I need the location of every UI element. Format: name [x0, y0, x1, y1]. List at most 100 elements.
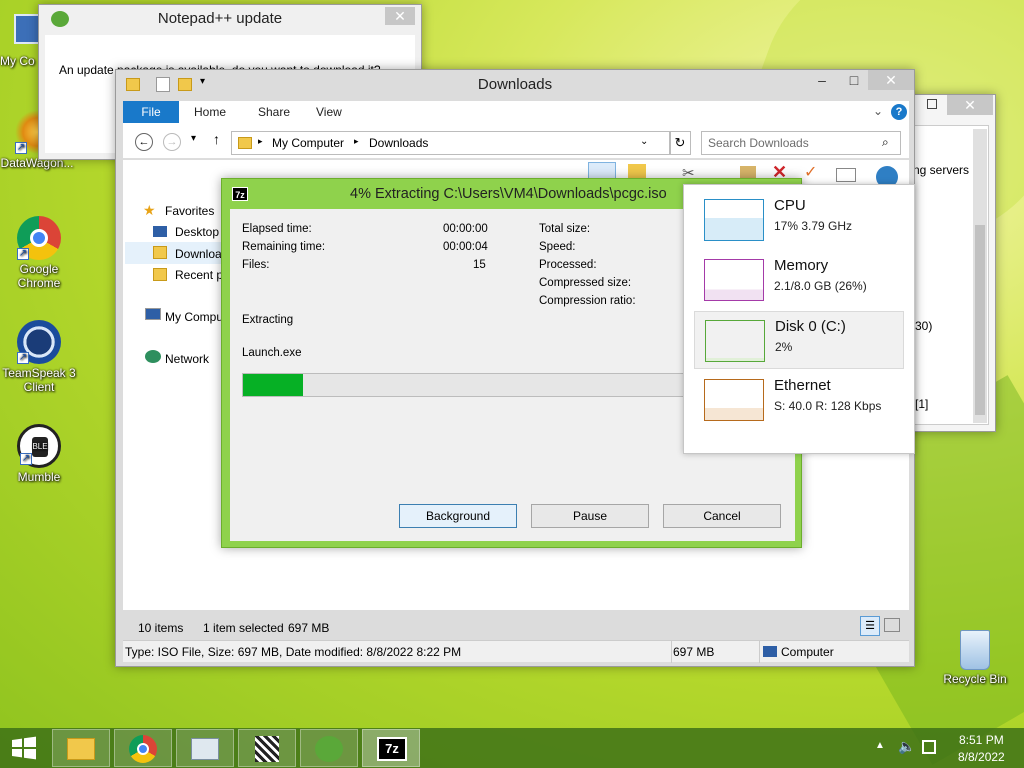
explorer-title: Downloads	[477, 76, 553, 93]
details-bar: Type: ISO File, Size: 697 MB, Date modif…	[123, 640, 909, 663]
perf-ethernet[interactable]: Ethernet S: 40.0 R: 128 Kbps	[694, 371, 904, 429]
tab-file[interactable]: File	[123, 101, 179, 123]
address-bar[interactable]: ▸ My Computer ▸ Downloads ⌄	[231, 131, 671, 155]
task-manager-icon	[191, 738, 219, 760]
show-hidden-icons-chevron-icon[interactable]: ▲	[875, 740, 885, 751]
7zip-icon: 7z	[232, 187, 248, 201]
properties-icon[interactable]	[156, 77, 170, 92]
chevron-down-icon[interactable]: ⌄	[873, 104, 883, 118]
perf-memory-title: Memory	[774, 257, 829, 274]
perf-ethernet-title: Ethernet	[774, 377, 831, 394]
perf-disk-title: Disk 0 (C:)	[775, 318, 846, 335]
pause-button[interactable]: Pause	[531, 504, 649, 528]
taskbar-task-manager[interactable]	[176, 729, 234, 767]
taskbar-chrome[interactable]	[114, 729, 172, 767]
selected-count: 1 item selected	[203, 621, 284, 635]
tab-view[interactable]: View	[302, 101, 356, 123]
chevron-down-icon[interactable]: ▾	[200, 76, 205, 87]
breadcrumb-downloads[interactable]: Downloads	[369, 136, 428, 150]
shortcut-arrow-icon: ↗	[20, 453, 32, 465]
pixel-app-icon	[255, 736, 279, 762]
forward-button[interactable]: →	[163, 133, 181, 151]
volume-icon[interactable]: 🔈	[898, 738, 915, 755]
elapsed-value: 00:00:00	[443, 223, 488, 235]
maximize-button[interactable]: □	[840, 70, 868, 90]
desktop-icon-label: Recycle Bin	[943, 672, 1007, 686]
clock-time[interactable]: 8:51 PM	[959, 733, 1004, 747]
new-folder-icon[interactable]	[178, 78, 192, 91]
background-window-close-button[interactable]: ✕	[947, 95, 993, 115]
nav-downloads[interactable]: Downloa	[175, 247, 222, 261]
tab-share[interactable]: Share	[244, 101, 304, 123]
details-view-button[interactable]: ☰	[860, 616, 880, 636]
processed-label: Processed:	[539, 259, 597, 271]
perf-disk[interactable]: Disk 0 (C:) 2%	[694, 311, 904, 369]
breadcrumb-separator-icon: ▸	[354, 136, 359, 146]
taskbar-app[interactable]	[238, 729, 296, 767]
scrollbar[interactable]	[973, 129, 987, 423]
start-button[interactable]	[10, 736, 38, 760]
rename-icon[interactable]: ✓	[804, 162, 817, 182]
minimize-button[interactable]	[927, 99, 937, 109]
mumble-icon: BLE ↗	[17, 424, 61, 468]
nav-my-computer[interactable]: My Compu	[165, 310, 223, 324]
up-button[interactable]: ↑	[213, 131, 220, 147]
nav-desktop[interactable]: Desktop	[175, 225, 219, 239]
downloads-folder-icon	[153, 246, 167, 259]
notepad-close-button[interactable]: ✕	[385, 7, 415, 25]
desktop-icon-recycle-bin[interactable]: Recycle Bin	[938, 630, 1012, 686]
notepad-update-title: Notepad++ update	[157, 10, 283, 27]
cancel-button[interactable]: Cancel	[663, 504, 781, 528]
chrome-icon	[129, 735, 157, 763]
computer-icon	[145, 308, 161, 320]
properties-icon[interactable]	[836, 168, 856, 182]
perf-cpu-title: CPU	[774, 197, 806, 214]
back-button[interactable]: ←	[135, 133, 153, 151]
search-input[interactable]: Search Downloads ⌕	[701, 131, 901, 155]
recycle-bin-icon	[960, 630, 990, 670]
computer-icon	[14, 14, 40, 44]
taskbar-notepad-plus-plus[interactable]	[300, 729, 358, 767]
desktop-icon-my-computer[interactable]: My Co	[0, 14, 40, 68]
perf-disk-value: 2%	[775, 340, 793, 354]
desktop-icon-teamspeak[interactable]: ↗ TeamSpeak 3 Client	[2, 320, 76, 394]
desktop-icon-mumble[interactable]: BLE ↗ Mumble	[2, 424, 76, 484]
search-icon: ⌕	[882, 135, 889, 149]
desktop-icon-chrome[interactable]: ↗ Google Chrome	[2, 216, 76, 290]
nav-favorites[interactable]: Favorites	[165, 204, 214, 218]
nav-bar: ← → ▾ ↑ ▸ My Computer ▸ Downloads ⌄ ↻ Se…	[123, 123, 909, 159]
nav-recent-places[interactable]: Recent pl	[175, 268, 226, 282]
address-dropdown-icon[interactable]: ⌄	[640, 136, 648, 147]
recent-locations-chevron-icon[interactable]: ▾	[191, 133, 196, 144]
compressed-size-label: Compressed size:	[539, 277, 632, 289]
perf-memory[interactable]: Memory 2.1/8.0 GB (26%)	[694, 251, 904, 309]
performance-panel: CPU 17% 3.79 GHz Memory 2.1/8.0 GB (26%)…	[683, 184, 915, 454]
desktop-icon-label: Google Chrome	[17, 262, 61, 290]
minimize-button[interactable]: ‒	[808, 70, 836, 90]
taskbar-7zip[interactable]: 7z	[362, 729, 420, 767]
teamspeak-icon: ↗	[17, 320, 61, 364]
refresh-icon[interactable]: ↻	[669, 131, 691, 155]
memory-graph	[704, 259, 764, 301]
quick-access-toolbar: ▾	[124, 76, 214, 94]
folder-icon[interactable]	[126, 78, 140, 91]
taskbar-file-explorer[interactable]	[52, 729, 110, 767]
item-count: 10 items	[138, 621, 184, 635]
network-icon[interactable]	[922, 740, 936, 754]
explorer-close-button[interactable]: ✕	[868, 70, 914, 90]
help-icon[interactable]: ?	[891, 104, 907, 120]
remaining-value: 00:00:04	[443, 241, 488, 253]
large-icons-view-button[interactable]	[884, 618, 900, 632]
ribbon-tabs: File Home Share View ⌄ ?	[123, 101, 909, 123]
selected-size: 697 MB	[288, 621, 330, 635]
tab-home[interactable]: Home	[180, 101, 240, 123]
background-button[interactable]: Background	[399, 504, 517, 528]
breadcrumb-my-computer[interactable]: My Computer	[272, 136, 344, 150]
background-window-text: [1]	[915, 397, 929, 411]
folder-icon	[238, 137, 252, 149]
nav-network[interactable]: Network	[165, 352, 209, 366]
ethernet-graph	[704, 379, 764, 421]
perf-cpu[interactable]: CPU 17% 3.79 GHz	[694, 191, 904, 249]
clock-date[interactable]: 8/8/2022	[958, 750, 1005, 764]
nav-pane: ★ Favorites Desktop Downloa Recent pl My…	[123, 200, 233, 380]
